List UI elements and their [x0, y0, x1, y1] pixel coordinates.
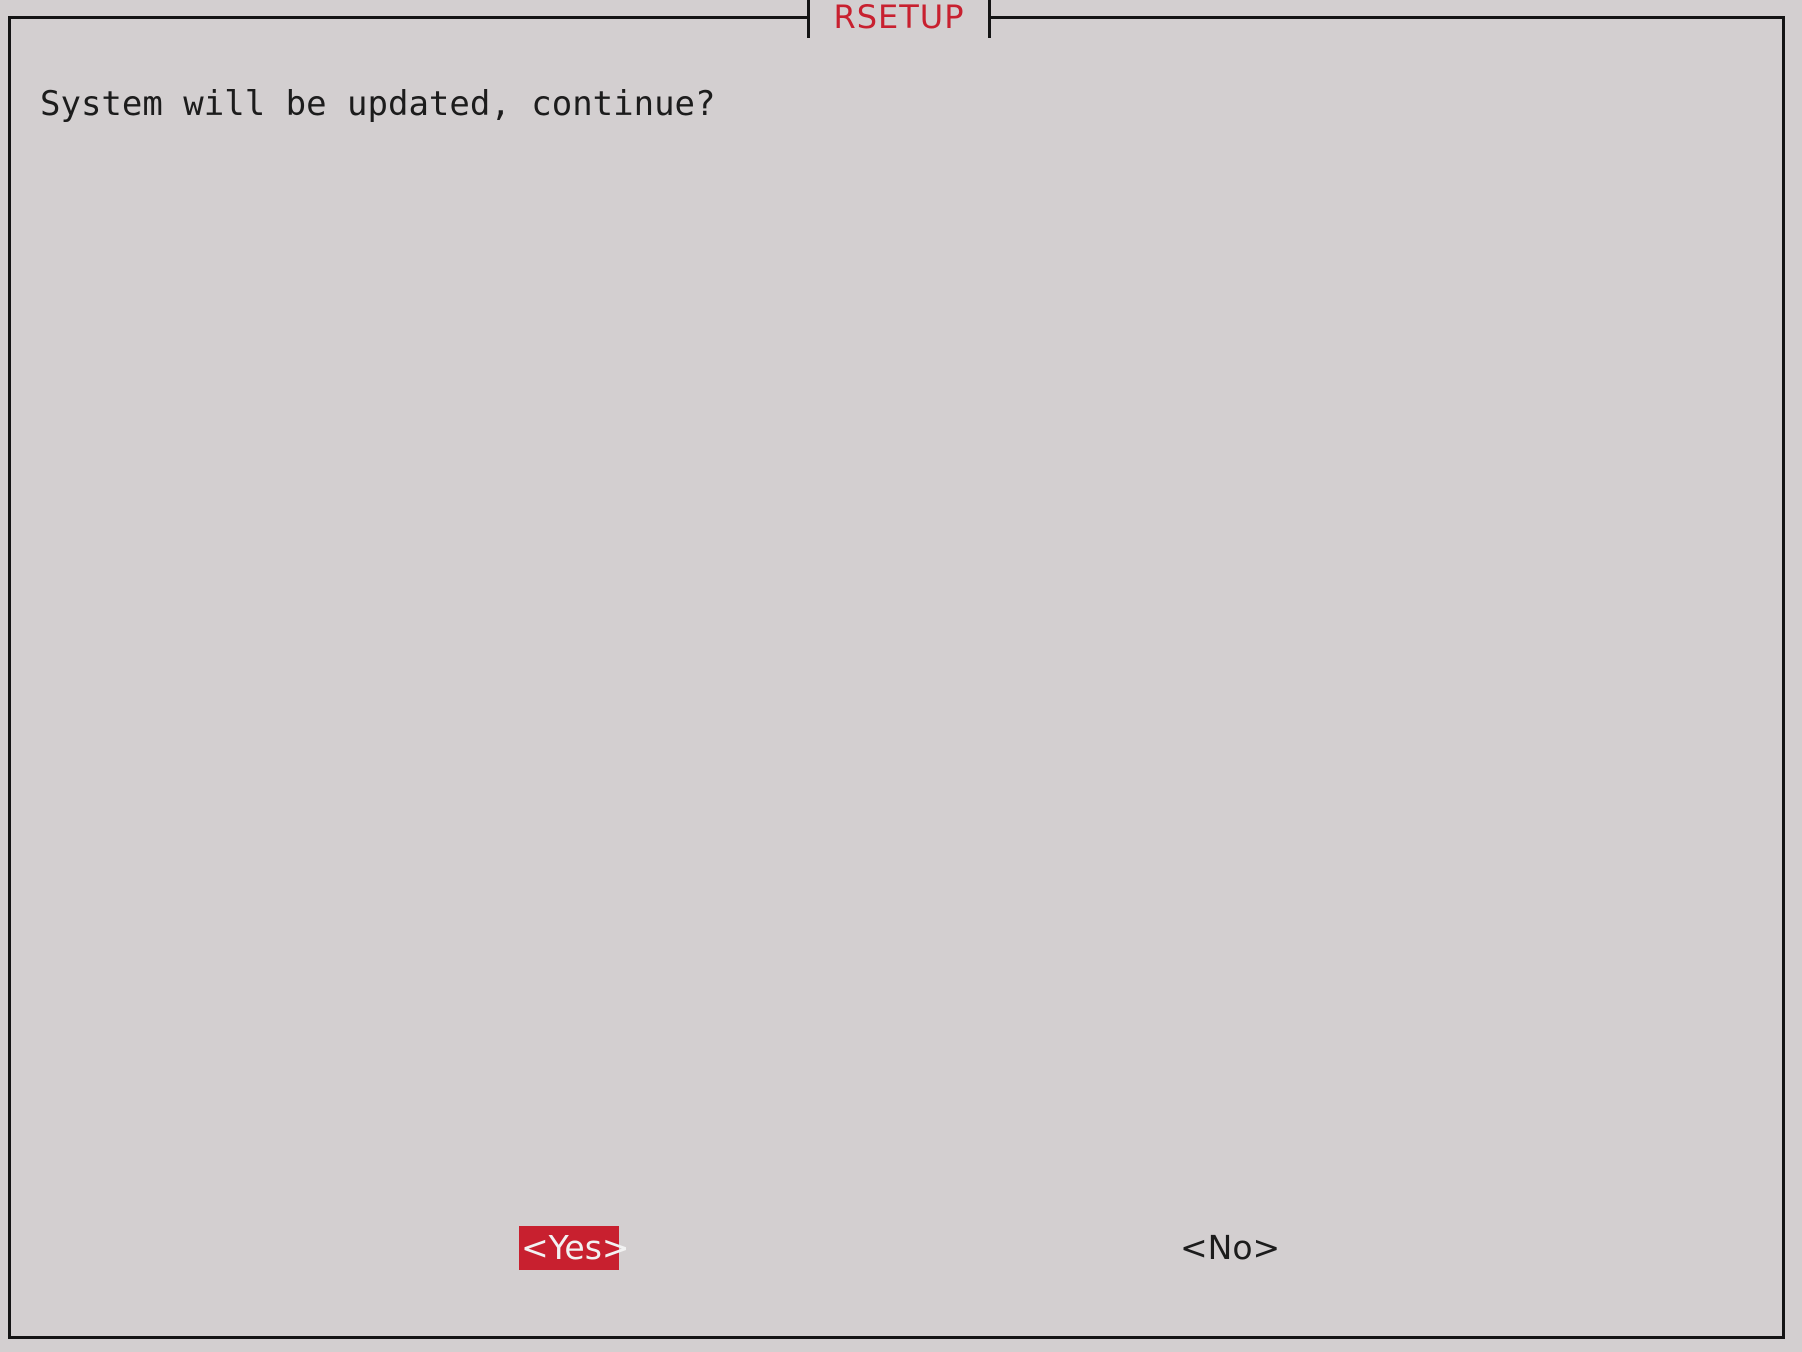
dialog-message: System will be updated, continue?: [40, 84, 716, 124]
dialog-frame: [8, 16, 1785, 1339]
yes-button[interactable]: <Yes>: [519, 1226, 630, 1270]
dialog-title: RSETUP: [833, 0, 965, 36]
no-button[interactable]: <No>: [1178, 1226, 1282, 1270]
dialog-title-box: RSETUP: [807, 0, 991, 38]
